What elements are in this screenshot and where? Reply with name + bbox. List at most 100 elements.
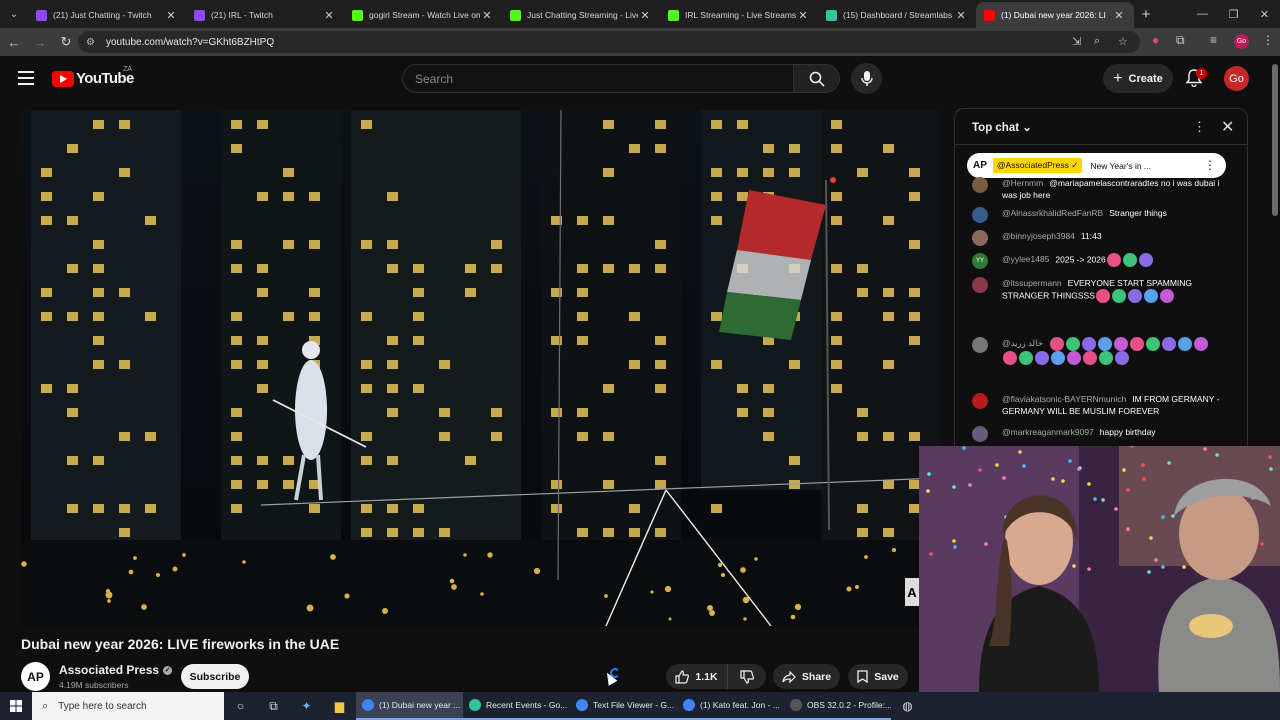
zoom-icon[interactable]: ⌕ — [1094, 35, 1100, 48]
pinned-more-icon[interactable]: ⋮ — [1204, 158, 1216, 172]
extensions-puzzle-icon[interactable]: ⧉ — [1176, 33, 1185, 48]
close-tab-icon[interactable]: ✕ — [638, 9, 652, 22]
building-window — [603, 528, 614, 537]
tab-search-icon[interactable]: ⌄ — [0, 0, 28, 28]
like-button[interactable]: 1.1K — [666, 664, 728, 689]
browser-profile-avatar[interactable]: Go — [1234, 34, 1249, 49]
chat-emoji-icon — [1035, 351, 1049, 365]
chat-mode-dropdown[interactable]: Top chat ⌄ — [972, 120, 1032, 134]
close-tab-icon[interactable]: ✕ — [322, 9, 336, 22]
building-window — [231, 144, 242, 153]
account-avatar[interactable]: Go — [1224, 66, 1249, 91]
close-tab-icon[interactable]: ✕ — [164, 9, 178, 22]
chat-author[interactable]: @خالد زرید — [1002, 338, 1043, 348]
cortana-circle-icon[interactable]: ○ — [224, 692, 257, 720]
close-tab-icon[interactable]: ✕ — [954, 9, 968, 22]
taskbar-app[interactable]: Recent Events - Go... — [463, 692, 570, 720]
building-window — [737, 408, 748, 417]
browser-tab[interactable]: IRL Streaming - Live Streams or ✕ — [660, 2, 818, 28]
browser-tab[interactable]: gogirl Stream - Watch Live on K ✕ — [344, 2, 502, 28]
building-window — [257, 336, 268, 345]
channel-avatar[interactable]: AP — [21, 662, 50, 691]
file-explorer-icon[interactable]: ▆ — [323, 692, 356, 720]
share-button[interactable]: Share — [773, 664, 840, 689]
video-player[interactable] — [21, 110, 940, 626]
close-tab-icon[interactable]: ✕ — [480, 9, 494, 22]
browser-menu-icon[interactable]: ⋮ — [1262, 33, 1274, 47]
browser-tab[interactable]: (1) Dubai new year 2026: LI ✕ — [976, 2, 1134, 28]
taskbar-app[interactable]: (1) Dubai new year ... — [356, 692, 463, 720]
chat-more-icon[interactable]: ⋮ — [1193, 119, 1206, 135]
taskbar-search-input[interactable]: ⌕ Type here to search — [32, 692, 224, 720]
channel-name[interactable]: Associated Press ✓ — [59, 663, 173, 677]
new-tab-button[interactable]: + — [1134, 2, 1158, 26]
youtube-play-icon — [52, 70, 74, 87]
building-window — [309, 312, 320, 321]
browser-tab[interactable]: (15) Dashboard / Streamlabs ✕ — [818, 2, 976, 28]
subscribe-button[interactable]: Subscribe — [181, 664, 249, 689]
building-window — [93, 192, 104, 201]
chat-message[interactable]: @itssupermann EVERYONE START SPAMMING STR… — [972, 277, 1222, 303]
forward-arrow-icon[interactable]: → — [28, 30, 52, 54]
chat-author[interactable]: @Hernmm — [1002, 178, 1043, 188]
install-app-icon[interactable]: ⇲ — [1072, 35, 1081, 48]
fairy-light — [929, 552, 933, 556]
menu-hamburger-icon[interactable] — [18, 71, 34, 85]
chat-message[interactable]: @binnyjoseph3984 11:43 — [972, 230, 1222, 246]
building-window — [231, 480, 242, 489]
youtube-logo[interactable]: YouTube ZA — [52, 66, 134, 87]
taskbar-app[interactable]: OBS 32.0.2 - Profile:... — [784, 692, 891, 720]
chat-author[interactable]: @itssupermann — [1002, 278, 1062, 288]
chat-author[interactable]: @binnyjoseph3984 — [1002, 231, 1075, 241]
extension-badge-icon[interactable]: ● — [1152, 33, 1159, 47]
chat-author[interactable]: @AlnassrkhalidRedFanRB — [1002, 208, 1103, 218]
browser-tab[interactable]: Just Chatting Streaming - Live S ✕ — [502, 2, 660, 28]
minimize-icon[interactable]: — — [1187, 0, 1218, 28]
close-tab-icon[interactable]: ✕ — [1112, 9, 1126, 22]
chat-author[interactable]: @markreaganmark9097 — [1002, 427, 1094, 437]
voice-search-button[interactable] — [851, 63, 882, 94]
city-light — [846, 586, 852, 592]
chat-message[interactable]: @Hernmm @mariapamelascontraradtes no i wa… — [972, 177, 1222, 201]
close-tab-icon[interactable]: ✕ — [796, 9, 810, 22]
chat-emoji-icon — [1145, 337, 1160, 351]
close-window-icon[interactable]: ✕ — [1249, 0, 1280, 28]
close-chat-icon[interactable]: ✕ — [1221, 117, 1234, 137]
bookmark-star-icon[interactable]: ☆ — [1118, 35, 1128, 48]
chat-message[interactable]: @flaviakatsonic-BAYERNmunich IM FROM GERM… — [972, 393, 1222, 417]
browser-tab[interactable]: (21) Just Chatting - Twitch ✕ — [28, 2, 186, 28]
back-arrow-icon[interactable]: ← — [2, 30, 26, 54]
city-light — [533, 567, 541, 575]
dislike-button[interactable] — [728, 664, 766, 689]
copilot-icon[interactable]: ✦ — [290, 692, 323, 720]
search-input[interactable]: Search — [402, 64, 794, 93]
create-button[interactable]: + Create — [1103, 64, 1173, 93]
taskbar-app[interactable]: (1) Kato feat. Jon - ... — [677, 692, 784, 720]
restore-icon[interactable]: ❐ — [1218, 0, 1249, 28]
search-button[interactable] — [794, 64, 840, 93]
building-window — [603, 480, 614, 489]
address-bar[interactable]: ⚙ youtube.com/watch?v=GKht6BZHtPQ ⇲ ⌕ ☆ — [78, 31, 1140, 53]
chat-message[interactable]: @خالد زرید — [972, 337, 1222, 365]
page-scrollbar[interactable] — [1272, 64, 1278, 216]
chat-author[interactable]: @yylee1485 — [1002, 254, 1049, 264]
site-info-icon[interactable]: ⚙ — [86, 37, 100, 48]
chat-author[interactable]: @flaviakatsonic-BAYERNmunich — [1002, 394, 1126, 404]
pinned-message[interactable]: AP @AssociatedPress ✓ New Year's in ... … — [967, 153, 1226, 178]
taskbar-app[interactable]: Text File Viewer - G... — [570, 692, 677, 720]
overflow-app-icon[interactable]: ◍ — [891, 692, 924, 720]
building-window — [41, 288, 52, 297]
building-window — [283, 480, 294, 489]
chat-message[interactable]: YY @yylee1485 2025 -> 2026 — [972, 253, 1222, 269]
chat-message[interactable]: @markreaganmark9097 happy birthday — [972, 426, 1222, 442]
reload-icon[interactable]: ↻ — [54, 30, 78, 54]
fairy-light — [1182, 565, 1186, 569]
building-window — [603, 168, 614, 177]
windows-start-button[interactable] — [0, 692, 32, 720]
building-window — [857, 432, 868, 441]
task-view-icon[interactable]: ⧉ — [257, 692, 290, 720]
chat-message[interactable]: @AlnassrkhalidRedFanRB Stranger things — [972, 207, 1222, 223]
browser-tab[interactable]: (21) IRL - Twitch ✕ — [186, 2, 344, 28]
media-controls-icon[interactable]: ≡ — [1210, 33, 1217, 47]
save-button[interactable]: Save — [848, 664, 908, 689]
